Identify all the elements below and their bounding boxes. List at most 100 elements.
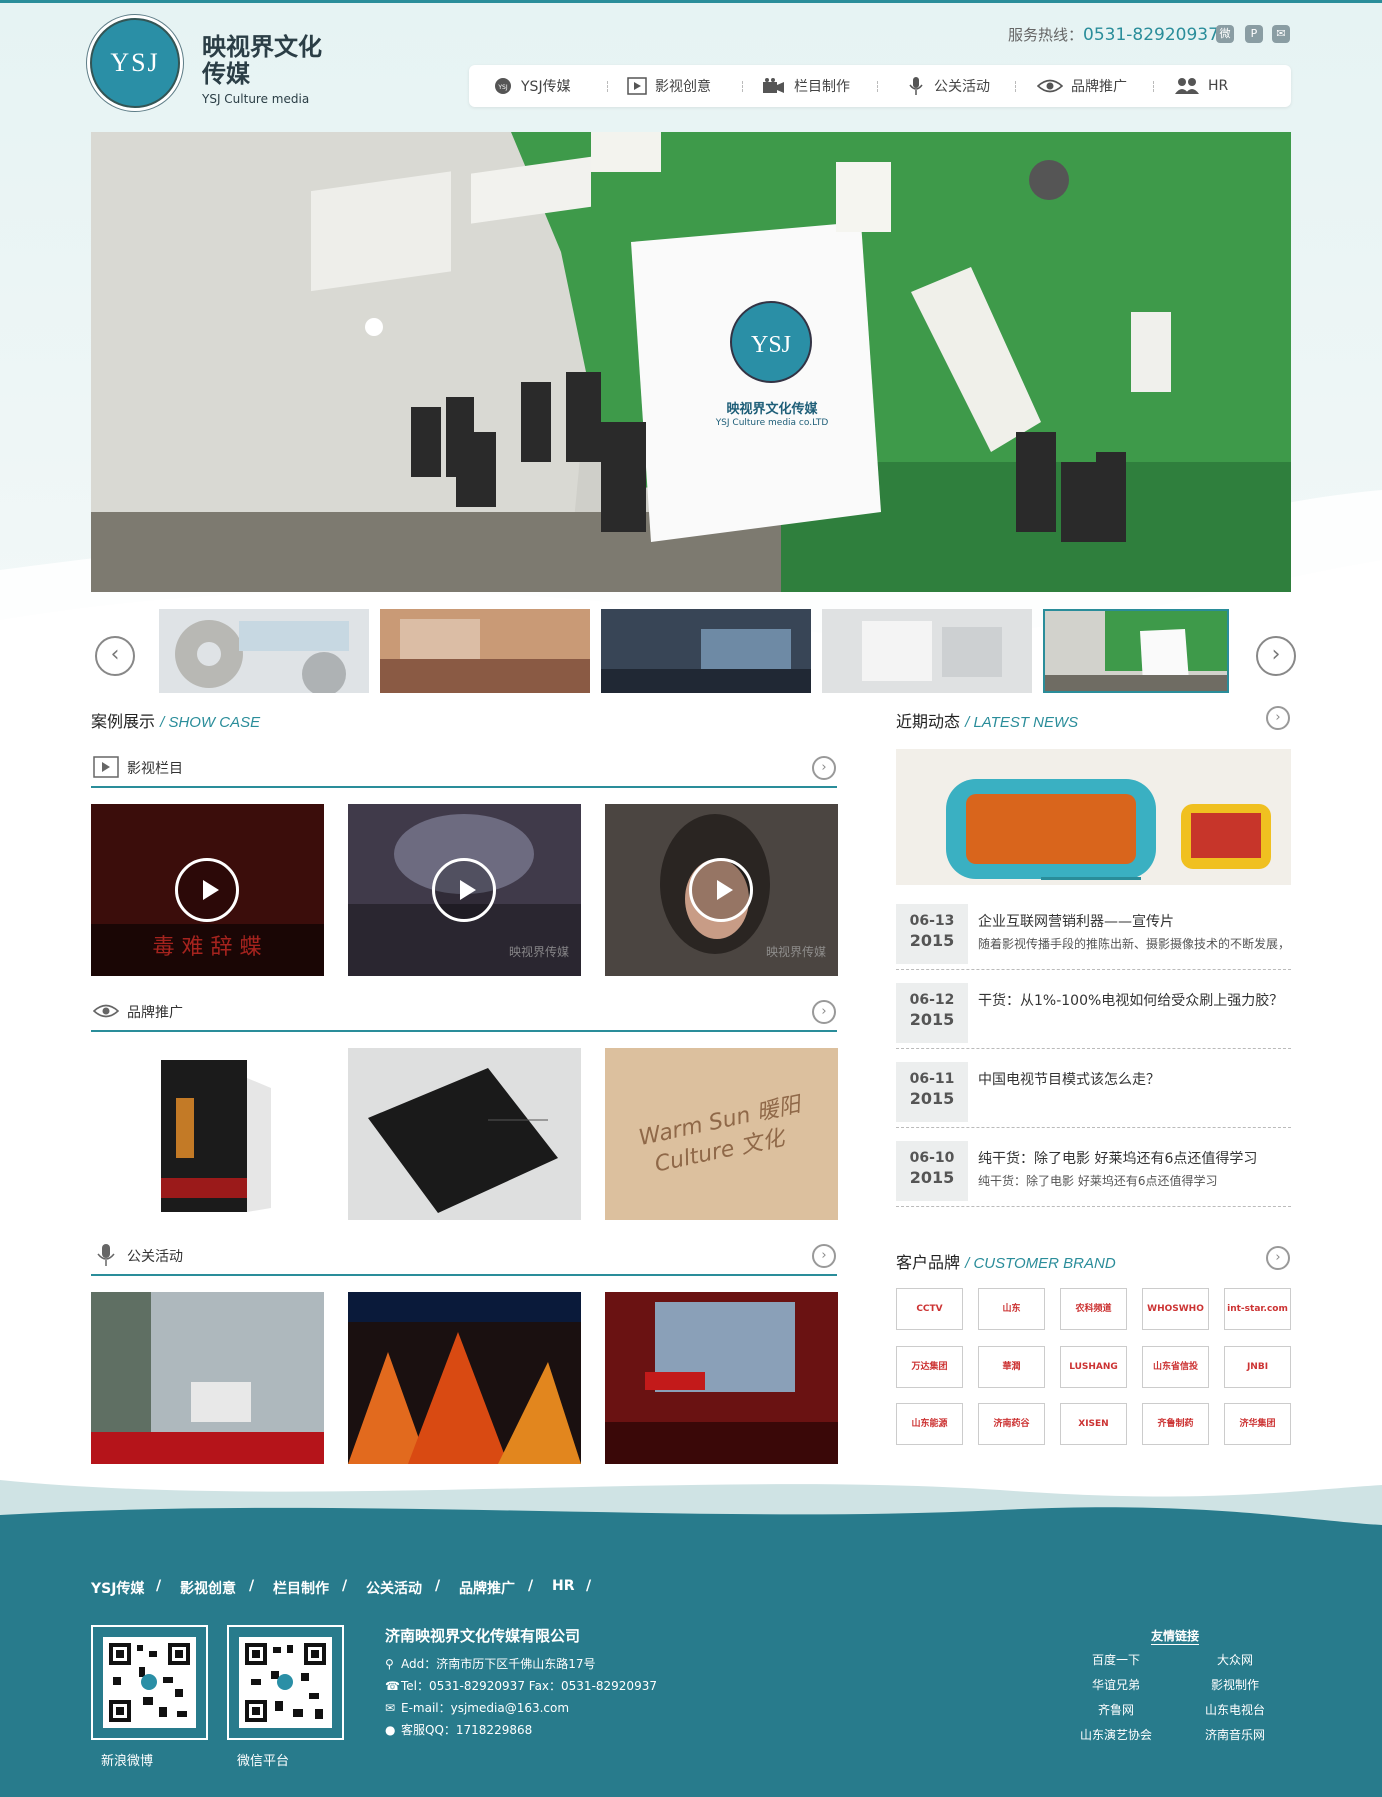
- brand-card[interactable]: [348, 1048, 581, 1220]
- news-title[interactable]: 干货：从1%-100%电视如何给受众刷上强力胶？: [978, 990, 1283, 1010]
- nav-item-brand[interactable]: 品牌推广: [1036, 65, 1127, 107]
- play-icon[interactable]: [175, 858, 239, 922]
- friend-link[interactable]: 影视制作: [1211, 1676, 1259, 1693]
- friend-link[interactable]: 大众网: [1217, 1651, 1253, 1668]
- brand-logo-xisen[interactable]: XISEN: [1060, 1403, 1127, 1445]
- company-name: 济南映视界文化传媒有限公司: [385, 1627, 581, 1645]
- nav-divider: [877, 81, 878, 92]
- friend-link[interactable]: 华谊兄弟: [1092, 1676, 1140, 1693]
- company-phone: ☎Tel：0531-82920937 Fax：0531-82920937: [385, 1679, 657, 1693]
- svg-text:YSJ: YSJ: [497, 84, 507, 91]
- weibo-icon[interactable]: 微: [1216, 25, 1234, 43]
- carousel-thumbnail[interactable]: [159, 609, 369, 693]
- more-arrow-icon[interactable]: ›: [1266, 1246, 1290, 1270]
- brand-logo-yaogu[interactable]: 济南药谷: [978, 1403, 1045, 1445]
- eye-icon: [92, 1000, 120, 1022]
- brand-logo-lushang[interactable]: LUSHANG: [1060, 1346, 1127, 1388]
- carousel-prev-button[interactable]: ‹: [95, 636, 135, 676]
- footer-link-ysj[interactable]: YSJ传媒: [91, 1578, 144, 1598]
- brand-logo-qilu[interactable]: 齐鲁制药: [1142, 1403, 1209, 1445]
- qq-icon: ●: [385, 1723, 396, 1737]
- carousel-thumbnail-active[interactable]: [1043, 609, 1229, 693]
- brand-card[interactable]: [91, 1048, 324, 1220]
- play-icon[interactable]: [689, 858, 753, 922]
- news-item[interactable]: 06-10 2015 纯干货：除了电影 好莱坞还有6点还值得学习 纯干货：除了电影…: [896, 1135, 1291, 1207]
- brand-logo-jihua[interactable]: 济华集团: [1224, 1403, 1291, 1445]
- film-card[interactable]: 毒 难 辞 蝶: [91, 804, 324, 976]
- footer-link-column[interactable]: 栏目制作: [273, 1578, 329, 1598]
- news-item[interactable]: 06-12 2015 干货：从1%-100%电视如何给受众刷上强力胶？: [896, 977, 1291, 1049]
- nav-item-pr[interactable]: 公关活动: [906, 65, 990, 107]
- carousel-thumbnail[interactable]: [601, 609, 811, 693]
- wechat-icon[interactable]: ✉: [1272, 25, 1290, 43]
- brand-logo-whoswho[interactable]: WHOSWHO: [1142, 1288, 1209, 1330]
- logo-mark: YSJ: [90, 18, 180, 108]
- footer-sep: /: [586, 1578, 592, 1594]
- brand-logo-jnbi[interactable]: JNBI: [1224, 1346, 1291, 1388]
- camera-icon: [762, 77, 786, 95]
- nav-divider: [607, 81, 608, 92]
- more-arrow-icon[interactable]: ›: [812, 1000, 836, 1024]
- footer-link-pr[interactable]: 公关活动: [366, 1578, 422, 1598]
- footer-sep: /: [528, 1578, 534, 1594]
- news-title[interactable]: 纯干货：除了电影 好莱坞还有6点还值得学习: [978, 1148, 1257, 1168]
- brand-logo-energy[interactable]: 山东能源: [896, 1403, 963, 1445]
- brand-logo-nongke[interactable]: 农科频道: [1060, 1288, 1127, 1330]
- company-address: ⚲ Add：济南市历下区千佛山东路17号: [385, 1657, 596, 1671]
- footer-link-hr[interactable]: HR: [552, 1578, 575, 1594]
- weibo-qr-code: [91, 1625, 208, 1740]
- footer-link-brand[interactable]: 品牌推广: [459, 1578, 515, 1598]
- friend-link[interactable]: 山东电视台: [1205, 1701, 1265, 1718]
- film-card[interactable]: 映视界传媒: [605, 804, 838, 976]
- news-summary: 随着影视传播手段的推陈出新、摄影摄像技术的不断发展，: [978, 937, 1291, 951]
- news-title[interactable]: 中国电视节目模式该怎么走？: [978, 1069, 1160, 1089]
- nav-divider: [1153, 81, 1154, 92]
- subsection-film: 影视栏目: [91, 750, 837, 788]
- friend-link[interactable]: 齐鲁网: [1098, 1701, 1134, 1718]
- play-icon[interactable]: [432, 858, 496, 922]
- pr-card[interactable]: [348, 1292, 581, 1464]
- news-item[interactable]: 06-13 2015 企业互联网营销利器——宣传片 随着影视传播手段的推陈出新、摄…: [896, 898, 1291, 970]
- carousel-thumbnail[interactable]: [380, 609, 590, 693]
- brand-card[interactable]: Warm Sun 暖阳 Culture 文化: [605, 1048, 838, 1220]
- friend-link[interactable]: 百度一下: [1092, 1651, 1140, 1668]
- brand-logo-huarun[interactable]: 華潤: [978, 1346, 1045, 1388]
- nav-item-ysj[interactable]: YSJ YSJ传媒: [493, 65, 571, 107]
- brand-logo-xintou[interactable]: 山东省信投: [1142, 1346, 1209, 1388]
- nav-divider: [1015, 81, 1016, 92]
- site-logo[interactable]: YSJ 映视界文化传媒 YSJ Culture media: [90, 18, 322, 108]
- carousel-next-button[interactable]: ›: [1256, 636, 1296, 676]
- section-title-brands: 客户品牌 / CUSTOMER BRAND: [896, 1253, 1116, 1272]
- subsection-pr: 公关活动: [91, 1238, 837, 1276]
- more-arrow-icon[interactable]: ›: [1266, 706, 1290, 730]
- hero-banner[interactable]: YSJ 映视界文化传媒 YSJ Culture media co.LTD: [91, 132, 1291, 592]
- nav-divider: [742, 81, 743, 92]
- brand-logo-wanda[interactable]: 万达集团: [896, 1346, 963, 1388]
- watermark: 映视界传媒: [765, 945, 826, 959]
- eye-icon: [1036, 77, 1064, 95]
- nav-item-column[interactable]: 栏目制作: [762, 65, 850, 107]
- footer-sep: /: [249, 1578, 255, 1594]
- pr-card[interactable]: [91, 1292, 324, 1464]
- hero-board-title: 映视界文化传媒: [726, 402, 818, 417]
- brand-logo-shandong[interactable]: 山东: [978, 1288, 1045, 1330]
- news-banner[interactable]: [896, 749, 1291, 885]
- pr-card[interactable]: [605, 1292, 838, 1464]
- news-title[interactable]: 企业互联网营销利器——宣传片: [978, 911, 1174, 931]
- more-arrow-icon[interactable]: ›: [812, 1244, 836, 1268]
- carousel-thumbnail[interactable]: [822, 609, 1032, 693]
- subsection-brand: 品牌推广: [91, 994, 837, 1032]
- pinterest-icon[interactable]: P: [1245, 25, 1263, 43]
- brand-logo-cctv[interactable]: CCTV: [896, 1288, 963, 1330]
- brand-logo-intstar[interactable]: int-star.com: [1224, 1288, 1291, 1330]
- footer-link-film[interactable]: 影视创意: [180, 1578, 236, 1598]
- friend-link[interactable]: 山东演艺协会: [1080, 1726, 1152, 1743]
- film-card[interactable]: 映视界传媒: [348, 804, 581, 976]
- more-arrow-icon[interactable]: ›: [812, 756, 836, 780]
- microphone-icon: [93, 1244, 119, 1266]
- news-date: 06-11 2015: [896, 1062, 968, 1122]
- nav-item-hr[interactable]: HR: [1174, 65, 1228, 107]
- news-item[interactable]: 06-11 2015 中国电视节目模式该怎么走？: [896, 1056, 1291, 1128]
- nav-item-film[interactable]: 影视创意: [627, 65, 711, 107]
- friend-link[interactable]: 济南音乐网: [1205, 1726, 1265, 1743]
